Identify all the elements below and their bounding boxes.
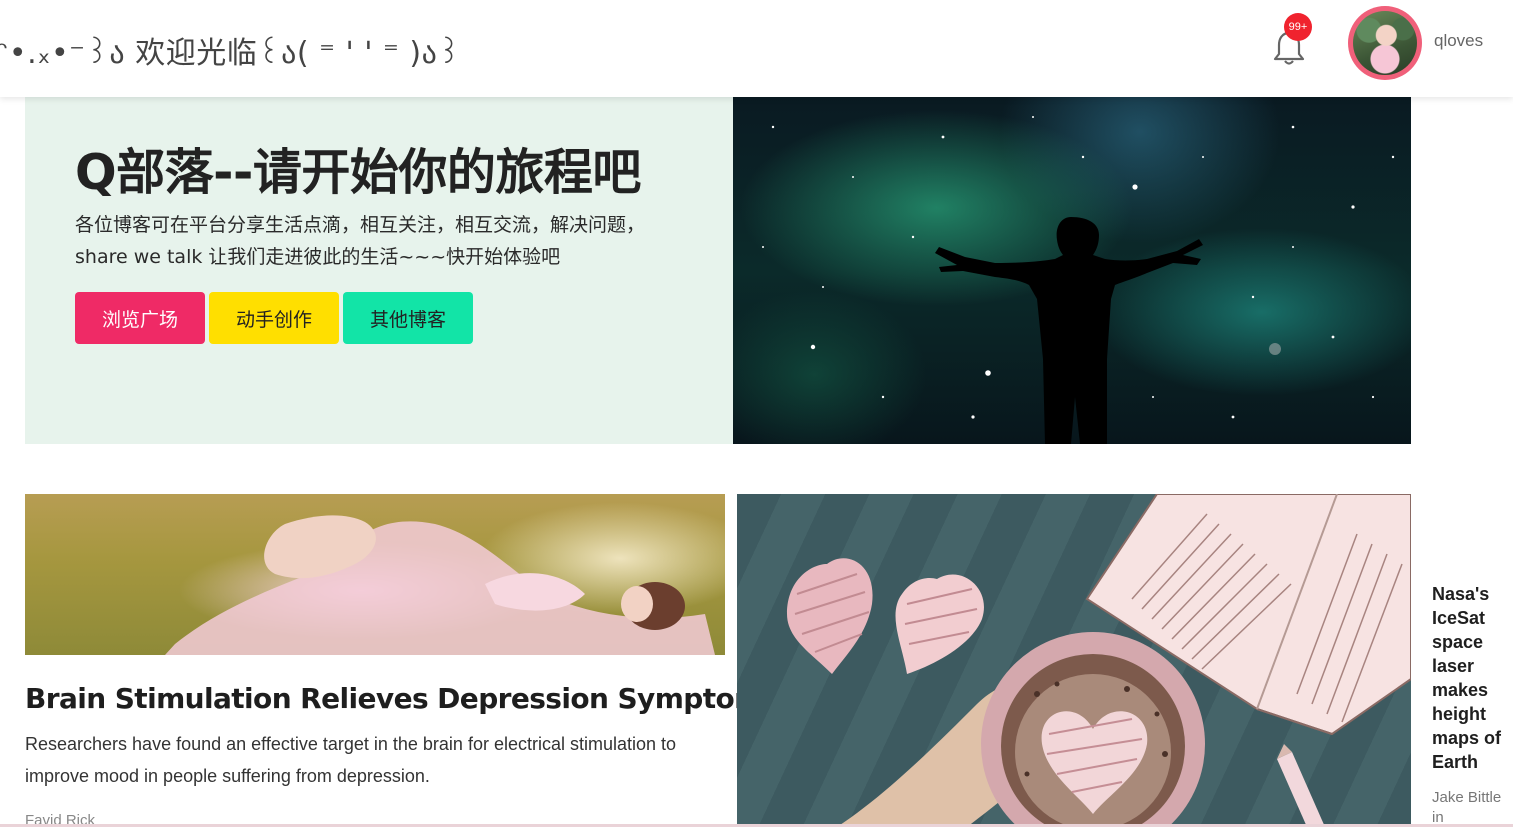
other-blogs-button[interactable]: 其他博客 [343,292,473,344]
galaxy-silhouette-illustration [762,116,1395,444]
hero-description: 各位博客可在平台分享生活点滴，相互关注，相互交流，解决问题，share we t… [75,214,646,268]
avatar-image [1353,11,1417,75]
featured-article-card[interactable]: Brain Stimulation Relieves Depression Sy… [25,494,779,829]
username-label[interactable]: qloves [1434,31,1483,51]
coffee-hearts-book-illustration [787,494,1411,827]
hero-text-panel: Q部落--请开始你的旅程吧 各位博客可在平台分享生活点滴，相互关注，相互交流，解… [25,97,733,444]
notification-button[interactable]: 99+ [1268,13,1312,66]
side-article-title[interactable]: Nasa's IceSat space laser makes height m… [1432,582,1510,774]
article-cover-image [25,494,725,655]
side-article-author[interactable]: Jake Bittle in [1432,788,1512,828]
top-navbar: ᵔ•.ₓ•⁻꒱ა 欢迎光临꒰ა( ⁼ ' ' ⁼ )ა꒱ 99+ qloves [0,0,1513,97]
welcome-banner-text: ᵔ•.ₓ•⁻꒱ა 欢迎光临꒰ა( ⁼ ' ' ⁼ )ა꒱ [0,36,462,71]
coffee-book-image[interactable] [737,494,1411,827]
browse-plaza-button[interactable]: 浏览广场 [75,292,205,344]
notification-count-badge: 99+ [1284,13,1312,41]
hero-title: Q部落--请开始你的旅程吧 [75,144,641,201]
hero-image [733,97,1411,444]
start-creating-button[interactable]: 动手创作 [209,292,339,344]
woman-in-pink-dress-illustration [165,515,715,655]
user-avatar[interactable] [1348,6,1422,80]
hero-section: Q部落--请开始你的旅程吧 各位博客可在平台分享生活点滴，相互关注，相互交流，解… [25,97,1411,444]
article-title[interactable]: Brain Stimulation Relieves Depression Sy… [25,682,779,715]
article-description: Researchers have found an effective targ… [25,734,677,786]
